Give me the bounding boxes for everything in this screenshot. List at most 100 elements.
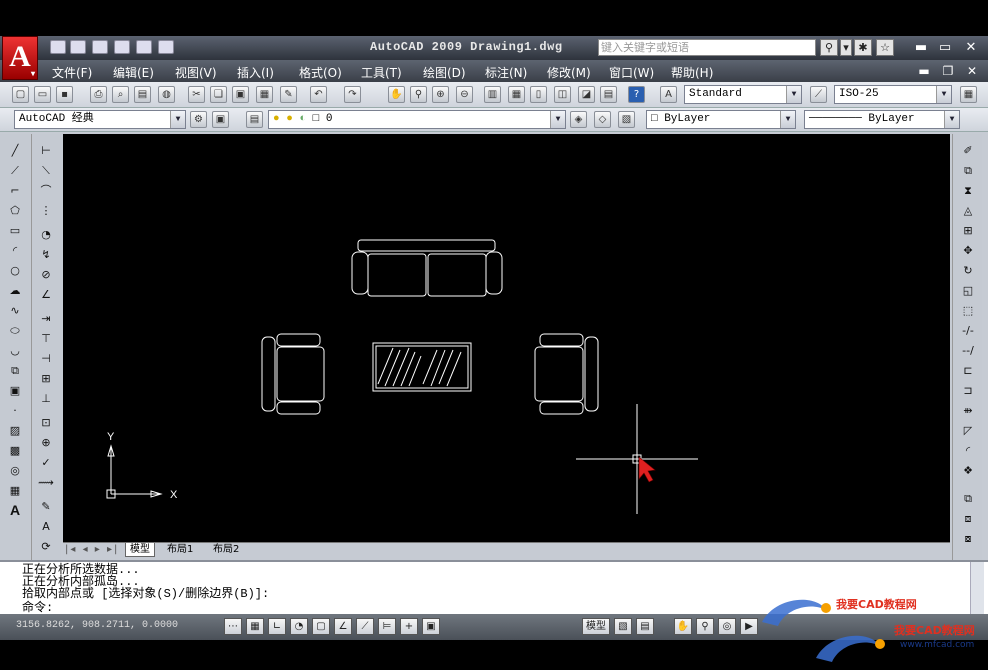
gradient-icon[interactable]: ▩ xyxy=(6,442,24,459)
markup-icon[interactable]: ◪ xyxy=(578,86,595,103)
grid-display-icon[interactable]: ▦ xyxy=(246,618,264,635)
rectangle-icon[interactable]: ▭ xyxy=(6,222,24,239)
object-snap-icon[interactable]: ▢ xyxy=(312,618,330,635)
undo-icon[interactable] xyxy=(136,40,152,54)
command-scrollbar[interactable] xyxy=(970,562,984,614)
tool-palettes-icon[interactable]: ▯ xyxy=(530,86,547,103)
coffee-table[interactable] xyxy=(372,342,472,392)
lineweight-icon[interactable]: + xyxy=(400,618,418,635)
favorites-star-icon[interactable]: ☆ xyxy=(876,39,894,56)
polar-tracking-icon[interactable]: ◔ xyxy=(290,618,308,635)
layer-state-icon[interactable]: ▧ xyxy=(618,111,635,128)
properties-icon[interactable]: ▥ xyxy=(484,86,501,103)
sheet-set-icon[interactable]: ◫ xyxy=(554,86,571,103)
armchair-right[interactable] xyxy=(534,333,599,415)
workspace-save-icon[interactable]: ▣ xyxy=(212,111,229,128)
save-icon[interactable]: ▪ xyxy=(56,86,73,103)
ellipse-icon[interactable]: ⬭ xyxy=(6,322,24,339)
line-icon[interactable]: ╱ xyxy=(6,142,24,159)
extend-icon[interactable]: --/ xyxy=(959,342,977,359)
paste-icon[interactable]: ▣ xyxy=(232,86,249,103)
diameter-dim-icon[interactable]: ⊘ xyxy=(37,266,55,283)
scale-icon[interactable]: ◱ xyxy=(959,282,977,299)
new-file-icon[interactable] xyxy=(50,40,66,54)
radius-dim-icon[interactable]: ◔ xyxy=(37,226,55,243)
doc-restore-icon[interactable]: ❐ xyxy=(940,63,956,79)
baseline-dim-icon[interactable]: ⊤ xyxy=(37,330,55,347)
rotate-icon[interactable]: ↻ xyxy=(959,262,977,279)
cut-icon[interactable]: ✂ xyxy=(188,86,205,103)
drawing-canvas[interactable]: Y X xyxy=(63,134,950,543)
polygon-icon[interactable]: ⬠ xyxy=(6,202,24,219)
dim-text-edit-icon[interactable]: A xyxy=(37,518,55,535)
pan-icon[interactable]: ✋ xyxy=(388,86,405,103)
zoom-realtime-icon[interactable]: ⚲ xyxy=(410,86,427,103)
armchair-left[interactable] xyxy=(261,333,325,415)
match-properties-icon[interactable]: ✎ xyxy=(280,86,297,103)
explode-icon[interactable]: ❖ xyxy=(959,462,977,479)
redo-icon[interactable] xyxy=(158,40,174,54)
steering-wheel-icon[interactable]: ◎ xyxy=(718,618,736,635)
calculator-icon[interactable]: ▤ xyxy=(600,86,617,103)
doc-close-icon[interactable]: ✕ xyxy=(964,63,980,79)
linetype-select[interactable]: ──────── ByLayer ▼ xyxy=(804,110,960,129)
command-prompt[interactable]: 命令: xyxy=(22,602,53,614)
dim-edit-icon[interactable]: ✎ xyxy=(37,498,55,515)
layer-manager-icon[interactable]: ▤ xyxy=(246,111,263,128)
menu-view[interactable]: 视图(V) xyxy=(175,64,217,81)
menu-dimension[interactable]: 标注(N) xyxy=(485,64,527,81)
tab-model[interactable]: 模型 xyxy=(125,543,155,557)
insert-block-icon[interactable]: ⧉ xyxy=(6,362,24,379)
menu-file[interactable]: 文件(F) xyxy=(52,64,92,81)
make-block-icon[interactable]: ▣ xyxy=(6,382,24,399)
menu-draw[interactable]: 绘图(D) xyxy=(423,64,466,81)
close-icon[interactable]: ✕ xyxy=(962,39,980,57)
hatch-icon[interactable]: ▨ xyxy=(6,422,24,439)
sofa-block[interactable] xyxy=(351,239,503,297)
maximize-icon[interactable]: ▭ xyxy=(936,39,954,57)
save-icon[interactable] xyxy=(92,40,108,54)
snap-mode-icon[interactable]: ⋯ xyxy=(224,618,242,635)
model-space-button[interactable]: 模型 xyxy=(582,618,610,635)
center-mark-icon[interactable]: ⊕ xyxy=(37,434,55,451)
chamfer-icon[interactable]: ◸ xyxy=(959,422,977,439)
array-icon[interactable]: ⊞ xyxy=(959,222,977,239)
linear-dim-icon[interactable]: ⊢ xyxy=(37,142,55,159)
dim-update-icon[interactable]: ⟳ xyxy=(37,538,55,555)
copy-icon[interactable]: ❏ xyxy=(210,86,227,103)
menu-format[interactable]: 格式(O) xyxy=(299,64,342,81)
communication-center-icon[interactable]: ✱ xyxy=(854,39,872,56)
bring-to-front-icon[interactable]: ⧈ xyxy=(959,510,977,527)
make-current-layer-icon[interactable]: ◈ xyxy=(570,111,587,128)
join-icon[interactable]: ⇻ xyxy=(959,402,977,419)
tab-layout1[interactable]: 布局1 xyxy=(167,543,193,556)
menu-window[interactable]: 窗口(W) xyxy=(609,64,654,81)
open-icon[interactable]: ▭ xyxy=(34,86,51,103)
menu-insert[interactable]: 插入(I) xyxy=(237,64,274,81)
layout-view-icon[interactable]: ▧ xyxy=(614,618,632,635)
copy-object-icon[interactable]: ⧉ xyxy=(959,162,977,179)
qnew-icon[interactable]: ▢ xyxy=(12,86,29,103)
break-at-point-icon[interactable]: ⊏ xyxy=(959,362,977,379)
continue-dim-icon[interactable]: ⊣ xyxy=(37,350,55,367)
tab-nav-arrows-icon[interactable]: |◂ ◂ ▸ ▸| xyxy=(65,543,119,556)
workspace-select[interactable]: AutoCAD 经典 ▼ xyxy=(14,110,186,129)
circle-icon[interactable]: ○ xyxy=(6,262,24,279)
angular-dim-icon[interactable]: ∠ xyxy=(37,286,55,303)
dynamic-ucs-icon[interactable]: ⟋ xyxy=(356,618,374,635)
app-menu-logo[interactable]: A ▾ xyxy=(2,36,38,80)
move-icon[interactable]: ✥ xyxy=(959,242,977,259)
dim-space-icon[interactable]: ⊞ xyxy=(37,370,55,387)
stretch-icon[interactable]: ⬚ xyxy=(959,302,977,319)
dim-style-select[interactable]: ISO-25 ▼ xyxy=(834,85,952,104)
dim-break-icon[interactable]: ⊥ xyxy=(37,390,55,407)
menu-tools[interactable]: 工具(T) xyxy=(361,64,402,81)
menu-edit[interactable]: 编辑(E) xyxy=(113,64,154,81)
undo-icon[interactable]: ↶ xyxy=(310,86,327,103)
text-style-select[interactable]: Standard ▼ xyxy=(684,85,802,104)
erase-icon[interactable]: ✐ xyxy=(959,142,977,159)
doc-minimize-icon[interactable]: ▬ xyxy=(916,63,932,79)
dynamic-input-icon[interactable]: ⊨ xyxy=(378,618,396,635)
plot-icon[interactable]: ⎙ xyxy=(90,86,107,103)
design-center-icon[interactable]: ▦ xyxy=(508,86,525,103)
